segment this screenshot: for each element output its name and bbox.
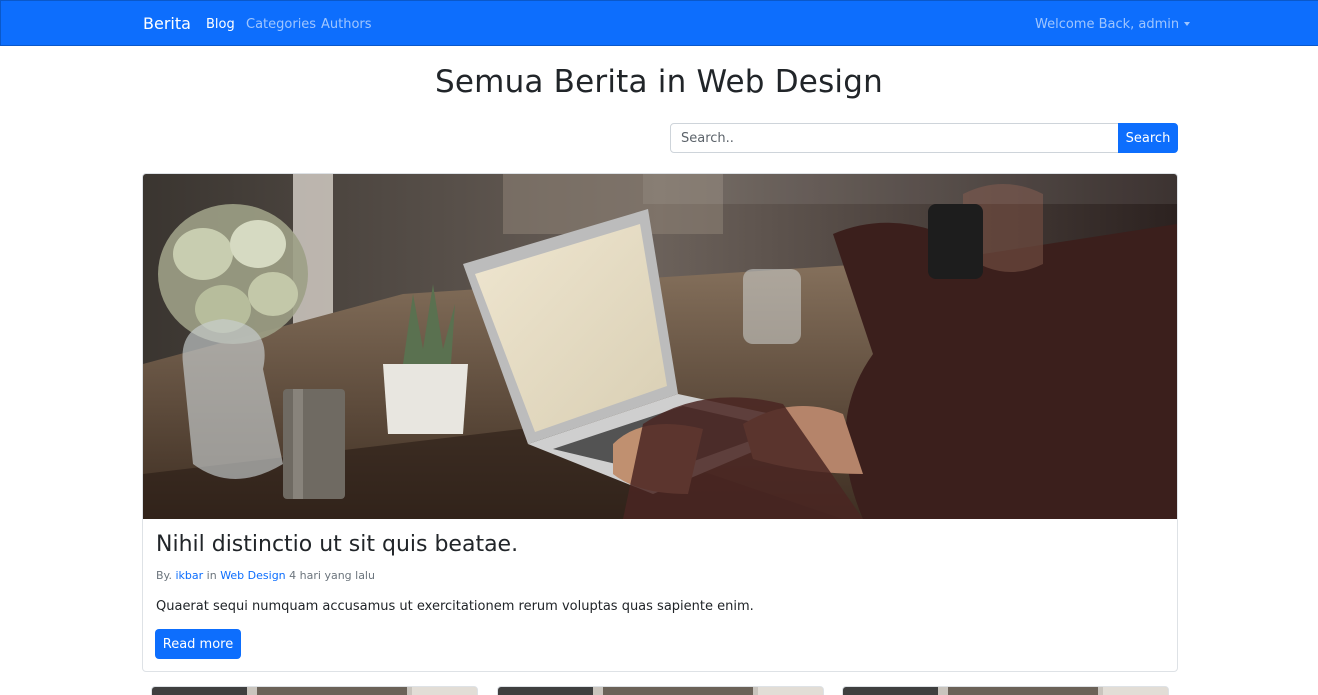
- post-meta: By. ikbar in Web Design 4 hari yang lalu: [156, 569, 375, 582]
- user-menu-dropdown[interactable]: Welcome Back, admin: [1035, 17, 1191, 32]
- nav-link-categories[interactable]: Categories: [246, 17, 316, 32]
- author-link[interactable]: ikbar: [175, 569, 203, 582]
- post-image: [143, 174, 1177, 519]
- post-card-image: [152, 687, 477, 695]
- caret-down-icon: [1184, 21, 1191, 26]
- nav-link-authors[interactable]: Authors: [321, 17, 372, 32]
- navbar-brand[interactable]: Berita: [143, 14, 191, 33]
- post-card[interactable]: [497, 686, 824, 695]
- search-input[interactable]: [670, 123, 1119, 153]
- search-button[interactable]: Search: [1118, 123, 1178, 153]
- top-navbar: Berita Blog Categories Authors Welcome B…: [0, 0, 1318, 46]
- post-time: 4 hari yang lalu: [289, 569, 375, 582]
- post-card-image: [843, 687, 1168, 695]
- meta-by-label: By.: [156, 569, 172, 582]
- post-excerpt: Quaerat sequi numquam accusamus ut exerc…: [156, 599, 754, 614]
- post-card-image: [498, 687, 823, 695]
- post-title[interactable]: Nihil distinctio ut sit quis beatae.: [156, 532, 518, 557]
- featured-post-card: Nihil distinctio ut sit quis beatae. By.…: [142, 173, 1178, 672]
- read-more-button[interactable]: Read more: [155, 629, 241, 659]
- nav-link-blog[interactable]: Blog: [206, 17, 235, 32]
- user-menu-label: Welcome Back, admin: [1035, 17, 1180, 32]
- post-card[interactable]: [842, 686, 1169, 695]
- post-card[interactable]: [151, 686, 478, 695]
- category-link[interactable]: Web Design: [220, 569, 285, 582]
- meta-in-label: in: [206, 569, 217, 582]
- page-title: Semua Berita in Web Design: [435, 64, 883, 100]
